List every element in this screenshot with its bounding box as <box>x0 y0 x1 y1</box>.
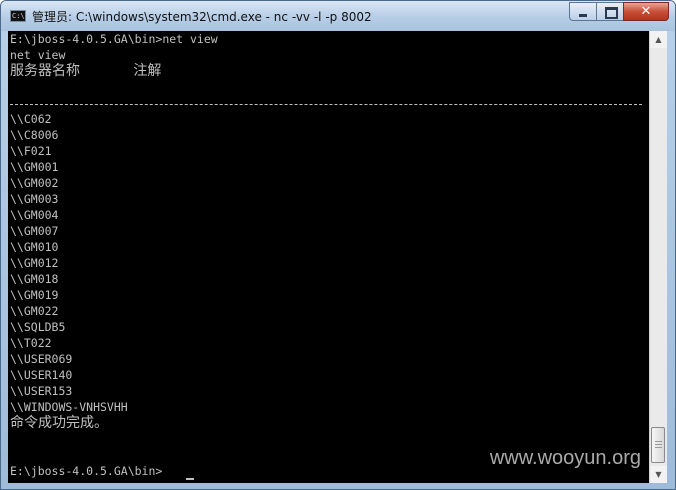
console-line: \\SQLDB5 <box>10 320 66 334</box>
minimize-button[interactable] <box>569 2 596 21</box>
cmd-window: C:\ 管理员: C:\windows\system32\cmd.exe - n… <box>0 0 676 490</box>
console-line: \\GM001 <box>10 160 59 174</box>
text-cursor <box>186 478 194 480</box>
close-button[interactable]: ✕ <box>623 2 669 21</box>
console-line: \\GM022 <box>10 304 59 318</box>
grip-icon <box>655 441 662 448</box>
title-bar[interactable]: C:\ 管理员: C:\windows\system32\cmd.exe - n… <box>1 1 675 31</box>
console-line: 服务器名称 注解 <box>10 63 162 79</box>
maximize-icon <box>605 7 618 19</box>
console-line: \\GM018 <box>10 272 59 286</box>
scroll-thumb[interactable] <box>651 427 665 463</box>
console-line: \\C8006 <box>10 128 59 142</box>
console-line: \\T022 <box>10 336 52 350</box>
scroll-down-arrow-icon[interactable]: ▼ <box>650 466 667 483</box>
caption-buttons: ✕ <box>569 2 669 21</box>
console-line: 命令成功完成。 <box>10 415 108 431</box>
console-line: \\USER153 <box>10 384 73 398</box>
console-line: \\USER140 <box>10 368 73 382</box>
console-line: \\GM007 <box>10 224 59 238</box>
console-line: \\GM004 <box>10 208 59 222</box>
watermark: www.wooyun.org <box>489 447 641 469</box>
console-line: \\WINDOWS-VNHSVHH <box>10 400 128 414</box>
console-line: \\F021 <box>10 144 52 158</box>
vertical-scrollbar[interactable]: ▲ ▼ <box>649 31 667 483</box>
console-line: \\GM003 <box>10 192 59 206</box>
console-line: \\USER069 <box>10 352 73 366</box>
scroll-up-arrow-icon[interactable]: ▲ <box>650 31 667 48</box>
console-line: \\GM012 <box>10 256 59 270</box>
console-icon-text: C:\ <box>12 12 25 20</box>
console-line: \\C062 <box>10 112 52 126</box>
minimize-icon <box>579 14 587 17</box>
console-output[interactable]: E:\jboss-4.0.5.GA\bin>net view net view … <box>8 31 649 483</box>
console-line: E:\jboss-4.0.5.GA\bin>net view <box>10 32 218 46</box>
window-title: 管理员: C:\windows\system32\cmd.exe - nc -v… <box>32 10 372 24</box>
console-line: \\GM002 <box>10 176 59 190</box>
console-app-icon[interactable]: C:\ <box>10 10 26 22</box>
console-line: \\GM010 <box>10 240 59 254</box>
maximize-button[interactable] <box>596 2 623 21</box>
console-line: net view <box>10 48 66 62</box>
console-line: \\GM019 <box>10 288 59 302</box>
dashed-separator <box>10 104 642 105</box>
prompt-line[interactable]: E:\jboss-4.0.5.GA\bin> <box>10 463 162 479</box>
close-icon: ✕ <box>640 4 652 19</box>
